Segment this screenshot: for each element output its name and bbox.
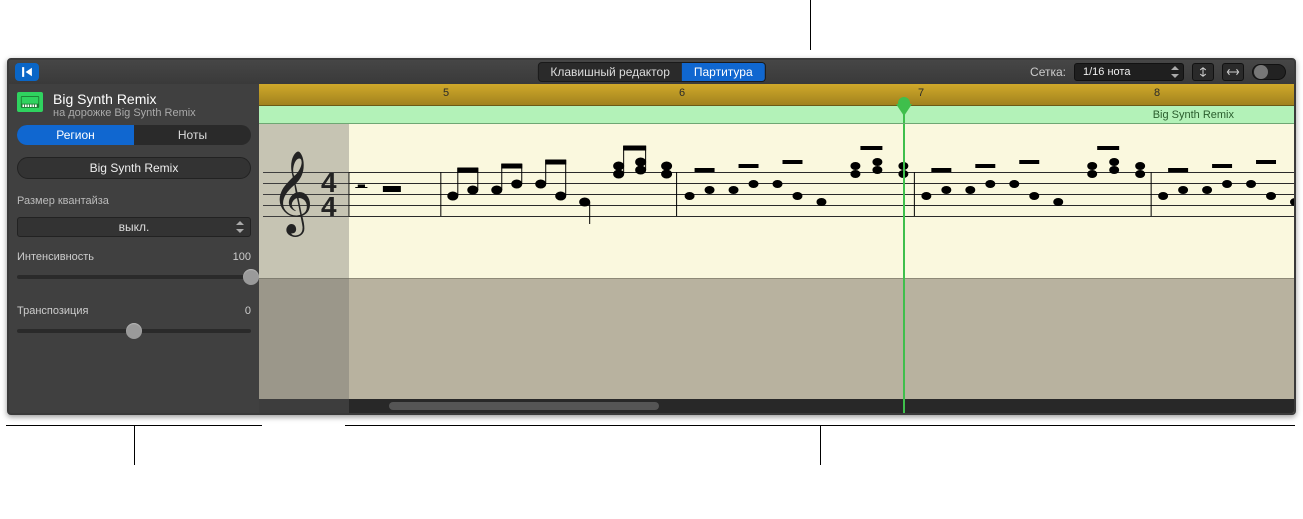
ruler-tick: 6 xyxy=(679,87,685,99)
playhead[interactable] xyxy=(903,106,905,123)
scroll-thumb[interactable] xyxy=(389,402,659,410)
horizontal-scrollbar[interactable] xyxy=(259,399,1294,413)
grid-select-value: 1/16 нота xyxy=(1083,66,1130,78)
score-area: 5 6 7 8 Big Synth Remix xyxy=(259,84,1294,413)
region-band[interactable]: Big Synth Remix xyxy=(259,106,1294,124)
view-tab-segment: Клавишный редактор Партитура xyxy=(537,62,765,82)
tab-score[interactable]: Партитура xyxy=(682,63,765,81)
grid-select[interactable]: 1/16 нота xyxy=(1074,63,1184,81)
svg-text:𝄼: 𝄼 xyxy=(355,170,368,208)
stepper-icon xyxy=(236,221,244,233)
vertical-autozoom-button[interactable] xyxy=(1192,63,1214,81)
intensity-slider[interactable] xyxy=(17,275,251,279)
tab-region[interactable]: Регион xyxy=(17,125,134,145)
quantize-label: Размер квантайза xyxy=(17,195,251,207)
transpose-label: Транспозиция xyxy=(17,305,88,317)
pre-region-dim xyxy=(259,124,349,413)
horizontal-autozoom-button[interactable] xyxy=(1222,63,1244,81)
notation-graphic: 𝄞 4 4 𝄼 xyxy=(259,124,1294,279)
playhead-line[interactable] xyxy=(903,124,905,413)
inspector-panel: Big Synth Remix на дорожке Big Synth Rem… xyxy=(9,84,259,413)
grid-label: Сетка: xyxy=(1030,65,1066,79)
transpose-slider[interactable] xyxy=(17,329,251,333)
staff-strip: 𝄞 4 4 𝄼 xyxy=(259,124,1294,279)
transpose-value: 0 xyxy=(245,305,251,317)
region-name-field[interactable]: Big Synth Remix xyxy=(17,157,251,179)
intensity-label: Интенсивность xyxy=(17,251,94,263)
tab-keyboard-editor[interactable]: Клавишный редактор xyxy=(538,63,682,81)
catch-playhead-button[interactable] xyxy=(15,63,39,81)
quantize-select[interactable]: выкл. xyxy=(17,217,251,237)
score-editor-window: Клавишный редактор Партитура Сетка: 1/16… xyxy=(7,58,1296,415)
bar-ruler[interactable]: 5 6 7 8 xyxy=(259,84,1294,106)
auto-zoom-switch[interactable] xyxy=(1252,64,1286,80)
ruler-tick: 5 xyxy=(443,87,449,99)
score-body[interactable]: 𝄞 4 4 𝄼 xyxy=(259,124,1294,413)
intensity-value: 100 xyxy=(233,251,251,263)
tab-notes[interactable]: Ноты xyxy=(134,125,251,145)
instrument-icon xyxy=(17,92,43,112)
editor-toolbar: Клавишный редактор Партитура Сетка: 1/16… xyxy=(9,60,1294,84)
stepper-icon xyxy=(1171,66,1179,78)
ruler-tick: 7 xyxy=(918,87,924,99)
region-band-name: Big Synth Remix xyxy=(1153,109,1234,121)
inspector-tab-segment: Регион Ноты xyxy=(17,125,251,145)
track-subtitle: на дорожке Big Synth Remix xyxy=(53,107,196,119)
region-title: Big Synth Remix xyxy=(53,92,196,107)
ruler-tick: 8 xyxy=(1154,87,1160,99)
